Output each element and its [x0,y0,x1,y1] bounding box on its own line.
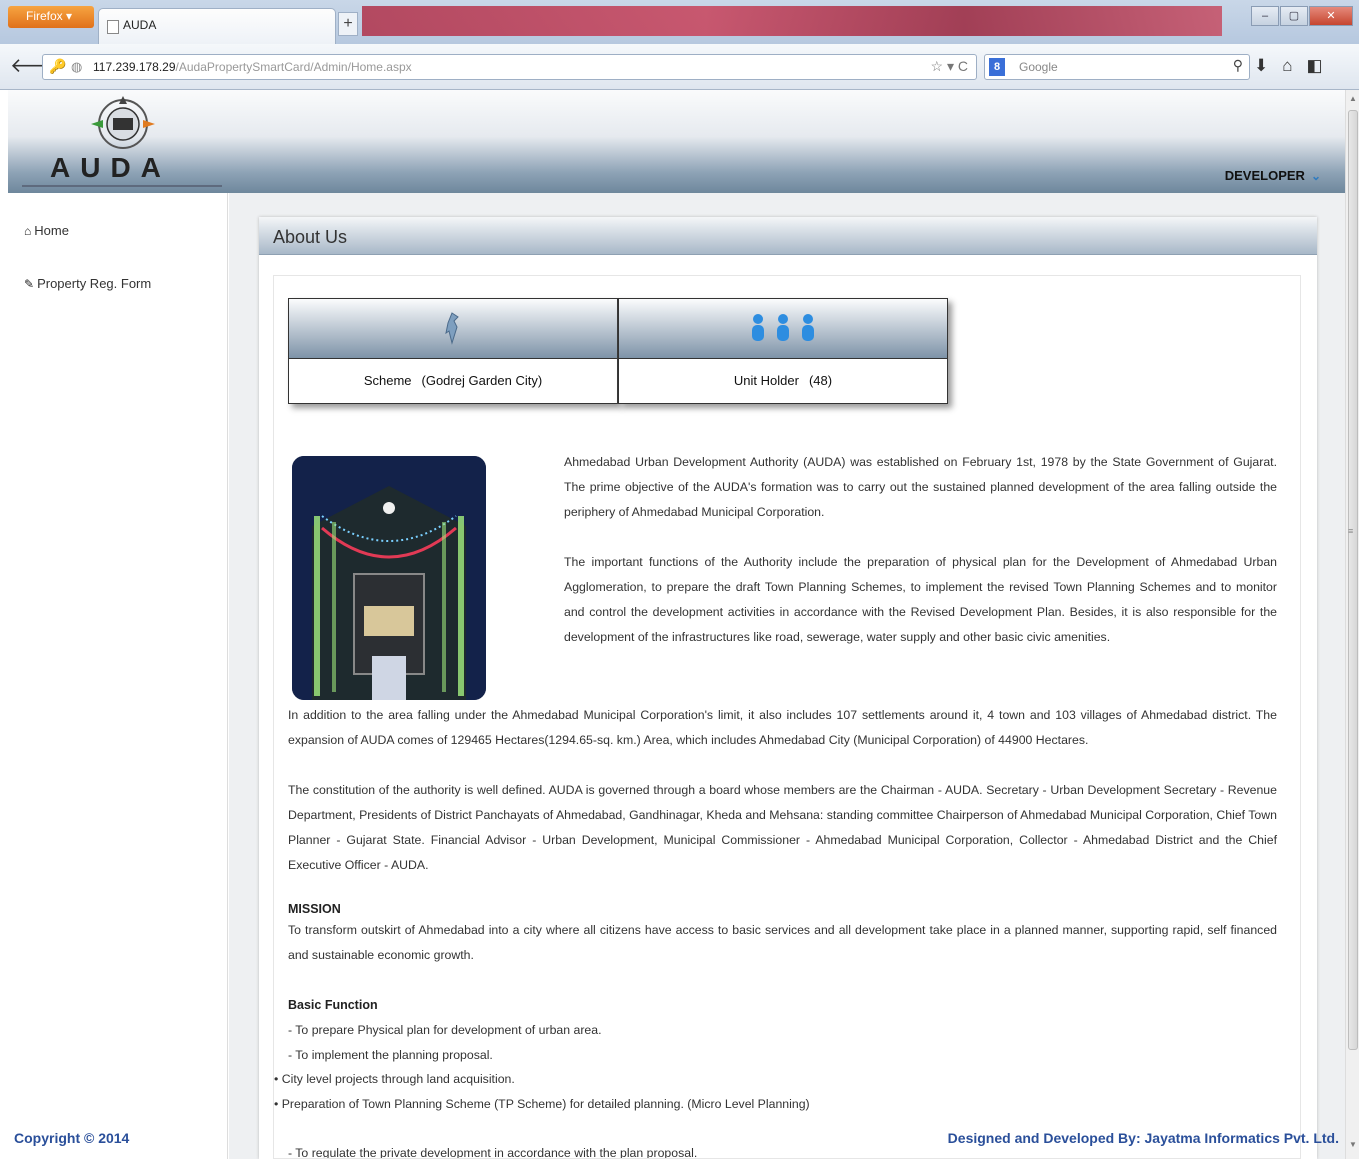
edit-icon: ✎ [24,277,35,291]
maximize-button[interactable]: ▢ [1280,6,1308,26]
scheme-stat-text: Scheme (Godrej Garden City) [289,359,617,404]
unit-holder-stat-box[interactable]: Unit Holder (48) [618,298,948,404]
firefox-menu-label: Firefox [26,9,63,23]
copyright-text: Copyright © 2014 [14,1130,130,1146]
user-menu-label: DEVELOPER [1224,168,1305,183]
user-menu[interactable]: DEVELOPER ⌄ [1225,168,1321,183]
auda-emblem-icon [91,96,155,149]
sidebar-item-label: Home [34,223,69,238]
mission-text: To transform outskirt of Ahmedabad into … [288,923,1277,962]
unit-holder-label: Unit Holder [733,373,799,388]
globe-icon: ◍ [71,59,83,74]
home-icon: ⌂ [24,224,32,238]
identity-icon[interactable]: 🔑 [49,58,66,75]
about-paragraph-1: Ahmedabad Urban Development Authority (A… [564,455,1277,519]
tab-title: AUDA [123,18,157,32]
about-panel: About Us Scheme (Godrej Garden City) Uni… [259,217,1317,1159]
search-placeholder: Google [1019,60,1058,74]
browser-navbar: 🡐 🔑 ◍ 117.239.178.29/AudaPropertySmartCa… [0,44,1359,90]
minimize-button[interactable]: – [1251,6,1279,26]
scroll-grip-icon: ≡ [1348,526,1354,536]
unit-holder-value: (48) [808,373,833,388]
chevron-down-icon: ⌄ [1310,169,1321,183]
window-controls: – ▢ ✕ [1251,6,1353,26]
toolbar-icons: ⬇ ⌂ ◧ [1254,56,1323,76]
users-icon [752,314,814,341]
function-item: • Preparation of Town Planning Scheme (T… [274,1097,810,1111]
panel-body: Scheme (Godrej Garden City) Unit Holder (4… [273,275,1301,1159]
page-icon [107,20,119,34]
main-content: About Us Scheme (Godrej Garden City) Uni… [229,193,1345,1159]
search-icon[interactable]: ⚲ [1233,57,1243,74]
page-title: About Us [273,227,348,247]
scroll-thumb[interactable] [1348,110,1358,1050]
download-icon[interactable]: ⬇ [1254,56,1268,76]
function-item: - To prepare Physical plan for developme… [288,1023,602,1037]
basic-function-heading: Basic Function [288,998,378,1012]
scheme-value: (Godrej Garden City) [421,373,543,388]
url-path: /AudaPropertySmartCard/Admin/Home.aspx [175,60,412,74]
scroll-up-icon[interactable]: ▲ [1349,94,1357,103]
browser-titlebar: Firefox ▾ AUDA + – ▢ ✕ [0,0,1359,44]
scheme-stat-icon-area [289,299,617,359]
app-header: AUDA DEVELOPER ⌄ [8,90,1345,193]
url-bar[interactable]: 🔑 ◍ 117.239.178.29/AudaPropertySmartCard… [42,54,977,80]
url-tools[interactable]: ☆ ▾ C [931,58,968,75]
redacted-tabs-area [362,6,1222,36]
tab-auda[interactable]: AUDA [98,8,336,44]
panel-header: About Us [259,217,1317,255]
sidebar-item-label: Property Reg. Form [37,276,152,291]
new-tab-button[interactable]: + [338,12,358,36]
logo-underline [22,185,222,187]
sidebar-item-home[interactable]: ⌂ Home [24,223,69,238]
scroll-down-icon[interactable]: ▼ [1349,1140,1357,1149]
function-item: - To regulate the private development in… [288,1146,698,1159]
home-browser-icon[interactable]: ⌂ [1282,56,1292,76]
logo-text: AUDA [50,152,171,183]
scheme-stat-box[interactable]: Scheme (Godrej Garden City) [288,298,618,404]
url-host: 117.239.178.29 [93,60,176,74]
about-paragraph-3: In addition to the area falling under th… [288,708,1277,747]
unit-holder-stat-icon-area [619,299,947,359]
building-photo-illustration [292,456,486,700]
scheme-icon [445,312,459,345]
auda-building-photo [292,456,486,700]
mission-heading: MISSION [288,902,341,916]
page-scrollbar[interactable]: ▲ ≡ ▼ [1345,90,1359,1159]
firefox-menu-button[interactable]: Firefox ▾ [8,6,94,28]
scheme-label: Scheme [363,373,412,388]
developer-credit: Designed and Developed By: Jayatma Infor… [947,1130,1339,1146]
unit-holder-stat-text: Unit Holder (48) [619,359,947,404]
about-paragraph-2: The important functions of the Authority… [564,555,1277,644]
search-engine-icon[interactable]: 8 [989,58,1005,76]
function-item: • City level projects through land acqui… [274,1072,515,1086]
about-paragraph-4: The constitution of the authority is wel… [288,783,1277,872]
sidebar: ⌂ Home ✎ Property Reg. Form [8,193,228,1159]
back-arrow-icon[interactable]: 🡐 [10,54,64,80]
menu-icon[interactable]: ◧ [1307,56,1323,76]
close-button[interactable]: ✕ [1309,6,1353,26]
function-item: - To implement the planning proposal. [288,1048,493,1062]
search-input[interactable]: 8 Google ⚲ [984,54,1250,80]
sidebar-item-property-reg-form[interactable]: ✎ Property Reg. Form [24,276,151,291]
